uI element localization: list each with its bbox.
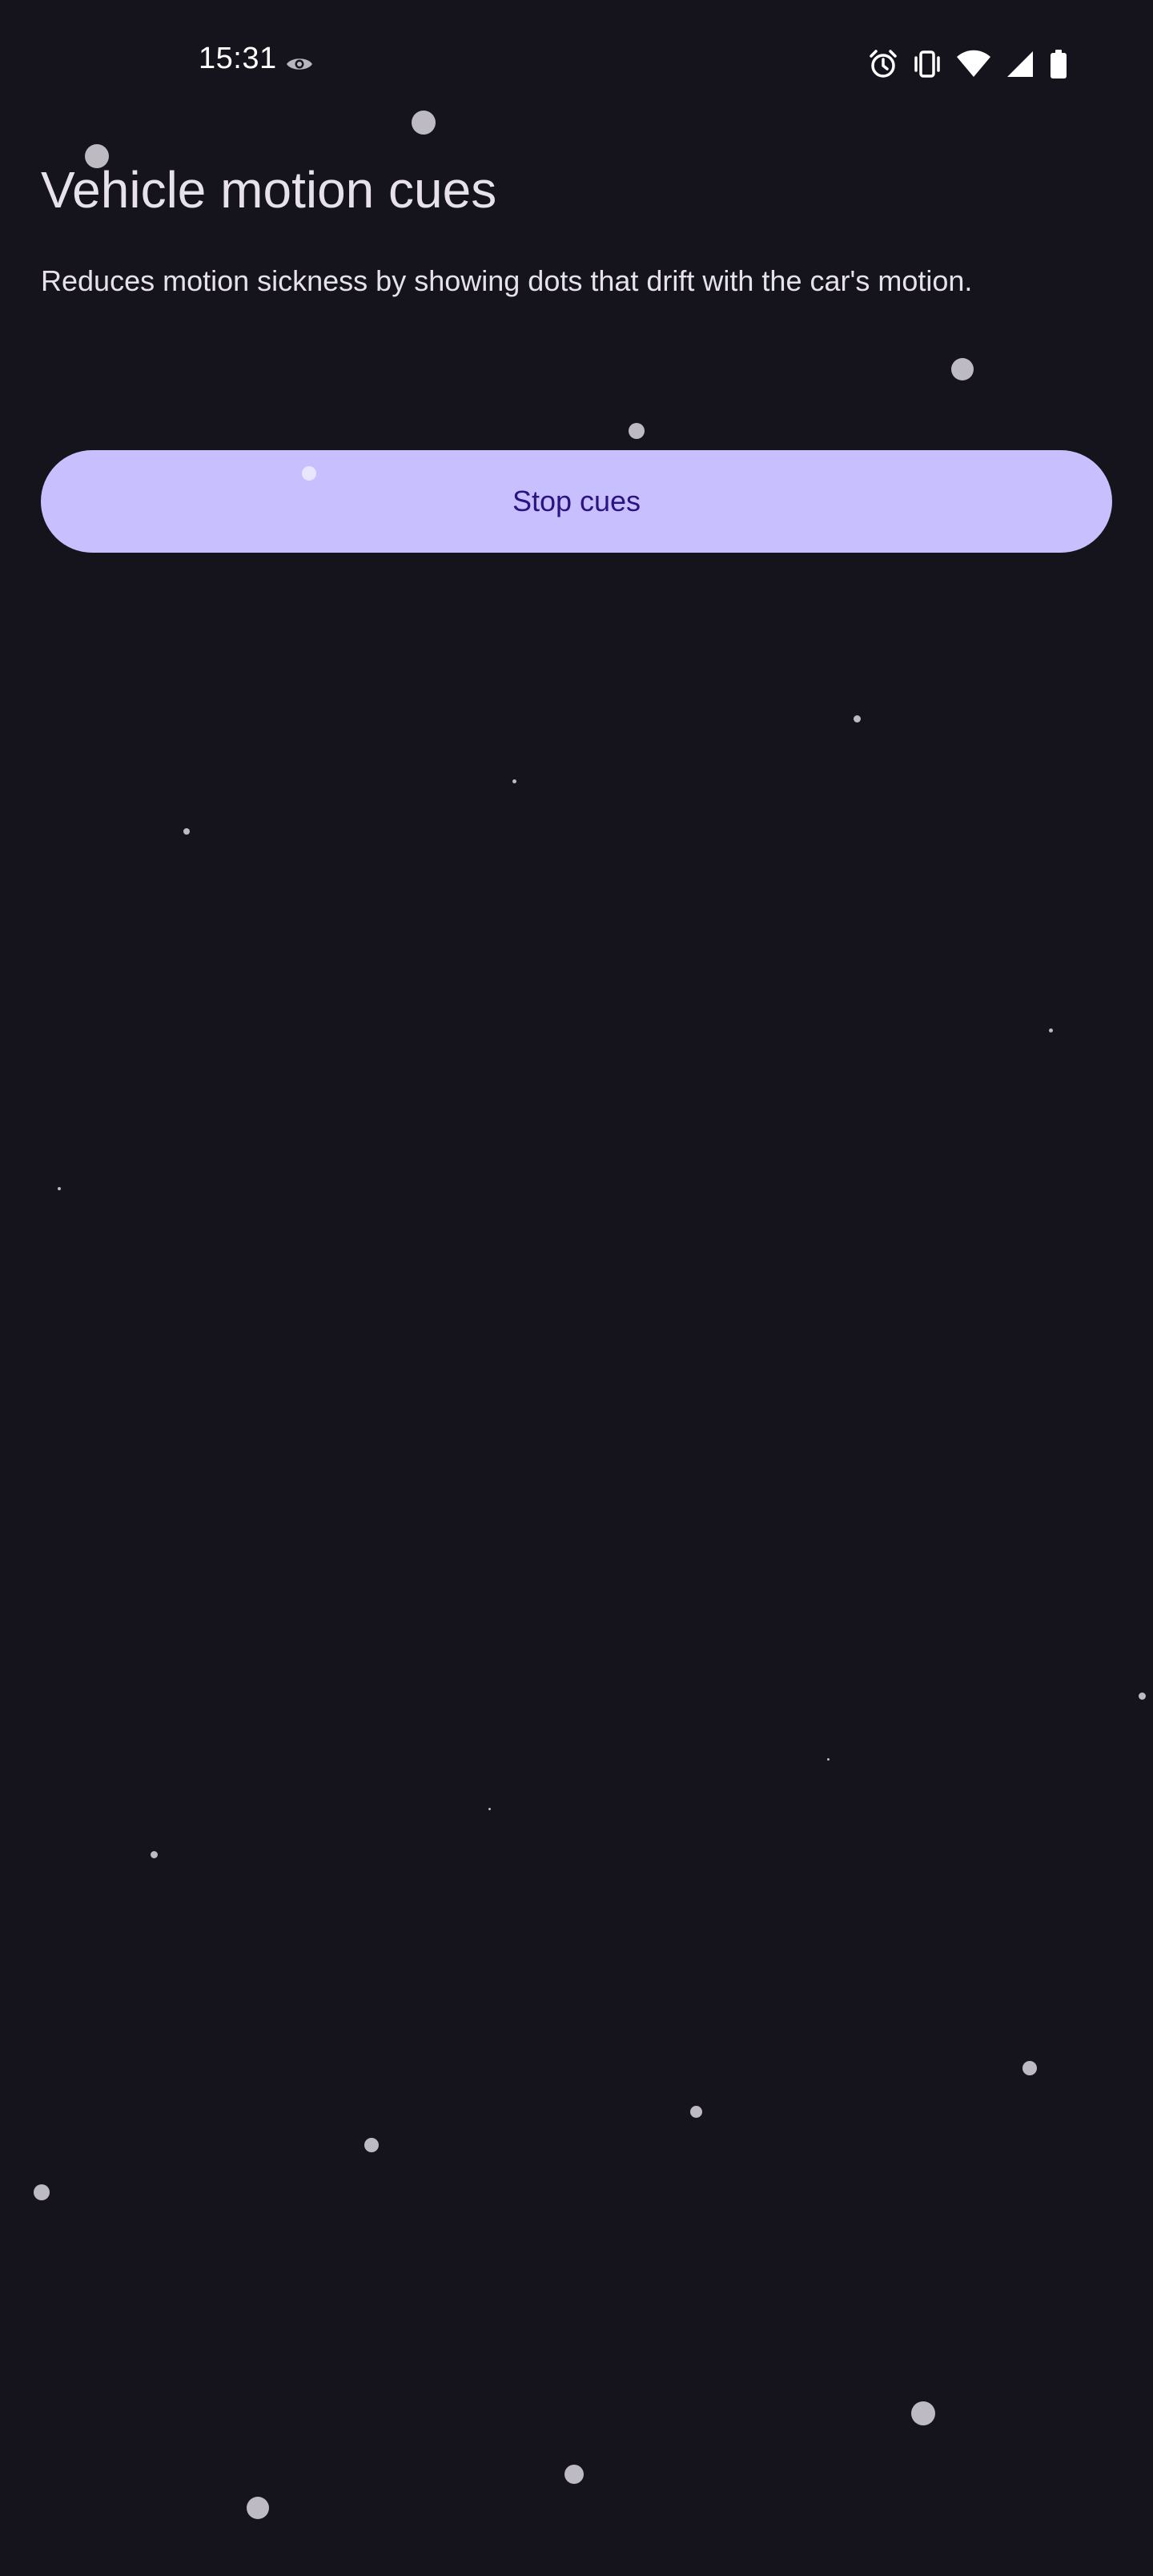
signal-icon	[1006, 50, 1034, 78]
motion-cue-dot	[364, 2138, 379, 2152]
page-title: Vehicle motion cues	[41, 161, 497, 219]
status-bar: 15:31	[0, 0, 1153, 128]
eye-icon	[285, 53, 314, 75]
motion-cue-dot	[1139, 1693, 1146, 1700]
motion-cue-dot	[183, 828, 190, 835]
motion-cue-dot	[854, 715, 861, 722]
motion-cue-dot	[690, 2106, 702, 2118]
motion-cue-dot	[629, 423, 645, 439]
motion-cue-dot	[58, 1187, 61, 1190]
motion-cue-dot	[1022, 2061, 1037, 2075]
motion-cue-dot	[488, 1808, 491, 1810]
motion-cue-dot	[34, 2184, 50, 2200]
motion-cue-dot	[911, 2401, 935, 2425]
description-text: Reduces motion sickness by showing dots …	[41, 264, 973, 297]
motion-cue-dot	[151, 1851, 158, 1858]
status-time: 15:31	[199, 42, 277, 75]
stop-cues-button[interactable]: Stop cues	[41, 450, 1112, 553]
motion-cue-dot	[827, 1758, 830, 1761]
motion-cue-dot	[951, 358, 974, 380]
motion-cue-dot	[247, 2497, 269, 2519]
status-icons	[868, 48, 1068, 80]
motion-cue-dot	[564, 2465, 584, 2484]
motion-cue-dot	[1049, 1028, 1053, 1032]
battery-icon	[1049, 49, 1068, 79]
motion-cue-dots	[0, 0, 1153, 2576]
vibrate-icon	[913, 49, 942, 79]
alarm-icon	[868, 49, 898, 79]
wifi-icon	[956, 50, 991, 78]
motion-cue-dot	[512, 779, 516, 783]
